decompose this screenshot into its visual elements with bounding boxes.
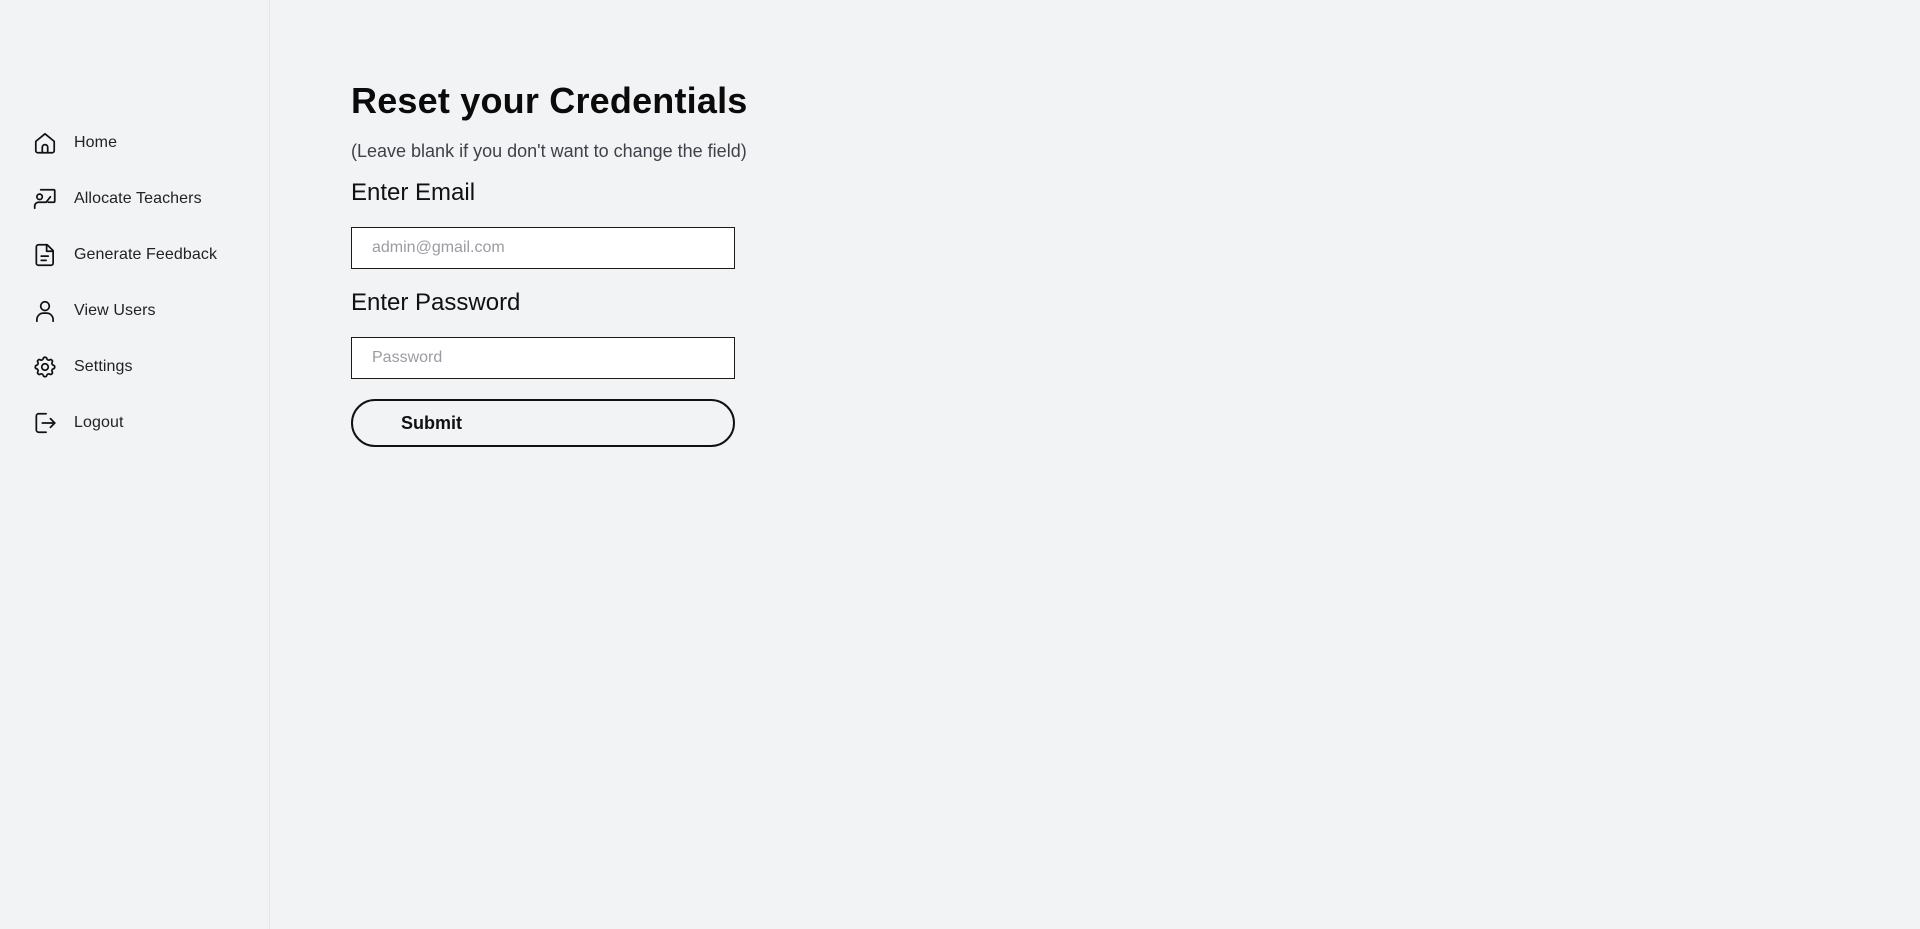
password-label: Enter Password xyxy=(351,289,521,316)
teacher-icon xyxy=(32,186,58,212)
user-icon xyxy=(32,298,58,324)
sidebar-item-label: Home xyxy=(74,134,118,151)
document-icon xyxy=(32,242,58,268)
sidebar-item-label: Generate Feedback xyxy=(74,246,218,263)
gear-icon xyxy=(32,354,58,380)
sidebar: Home Allocate Teachers Generate Feedback… xyxy=(0,0,270,929)
home-icon xyxy=(32,130,58,156)
sidebar-item-label: Allocate Teachers xyxy=(74,190,202,207)
sidebar-item-generate-feedback[interactable]: Generate Feedback xyxy=(32,227,217,283)
sidebar-item-label: Logout xyxy=(74,414,124,431)
credentials-form: Enter Email Enter Password Submit xyxy=(351,178,748,447)
sidebar-item-allocate-teachers[interactable]: Allocate Teachers xyxy=(32,171,217,227)
email-label: Enter Email xyxy=(351,179,476,206)
page-title: Reset your Credentials xyxy=(351,80,748,121)
sidebar-item-label: Settings xyxy=(74,358,133,375)
sidebar-item-home[interactable]: Home xyxy=(32,115,217,171)
sidebar-item-logout[interactable]: Logout xyxy=(32,395,217,451)
password-field[interactable] xyxy=(351,337,735,379)
submit-button[interactable]: Submit xyxy=(351,399,735,447)
email-field[interactable] xyxy=(351,227,735,269)
sidebar-item-label: View Users xyxy=(74,302,156,319)
main-content: Reset your Credentials (Leave blank if y… xyxy=(351,76,748,447)
page-subtitle: (Leave blank if you don't want to change… xyxy=(351,141,747,161)
logout-icon xyxy=(32,410,58,436)
app-root: Home Allocate Teachers Generate Feedback… xyxy=(0,0,1920,929)
sidebar-item-settings[interactable]: Settings xyxy=(32,339,217,395)
sidebar-item-view-users[interactable]: View Users xyxy=(32,283,217,339)
sidebar-nav: Home Allocate Teachers Generate Feedback… xyxy=(32,115,217,451)
